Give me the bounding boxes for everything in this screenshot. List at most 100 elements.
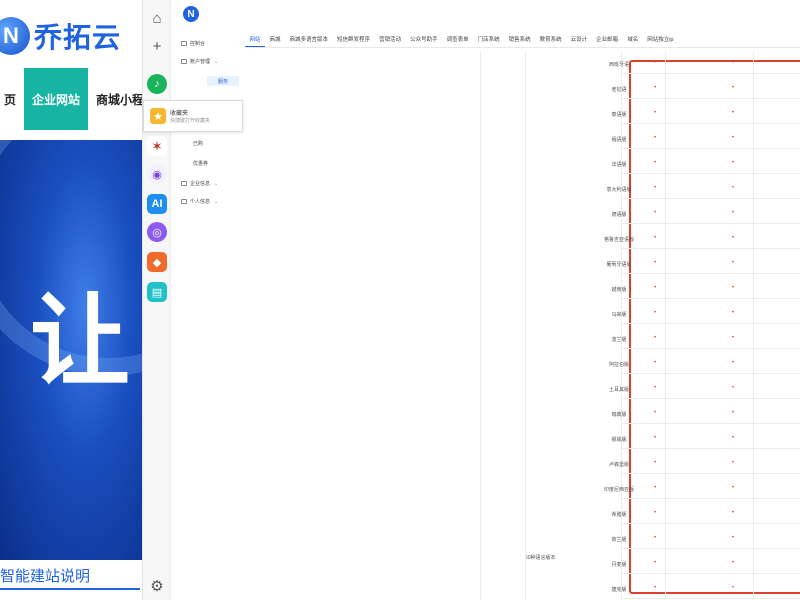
availability-mark: •	[654, 435, 657, 441]
row-divider	[621, 448, 800, 449]
game-icon[interactable]: ◆	[147, 252, 167, 272]
column-divider	[525, 52, 526, 600]
site-nav-item-active[interactable]: 企业网站	[24, 68, 89, 130]
ai-icon[interactable]: AI	[147, 194, 167, 214]
language-name-cell: 印度尼西亚版	[603, 487, 634, 493]
menu-item-purchased[interactable]: 已购	[193, 140, 203, 147]
site-logo[interactable]: N 乔拓云	[0, 14, 121, 58]
menu-subitem-active[interactable]: 服务	[207, 76, 239, 86]
availability-mark: •	[732, 460, 735, 466]
company-icon	[181, 181, 187, 186]
menu-item-company[interactable]: 企业信息 ⌄	[181, 180, 218, 187]
language-name-cell: 挪威版	[611, 437, 627, 443]
home-icon[interactable]: ⌂	[147, 8, 167, 28]
availability-mark: •	[654, 535, 657, 541]
tab-item[interactable]: 调查表单	[442, 34, 473, 47]
tab-item[interactable]: 门店系统	[473, 34, 504, 47]
language-name-cell: 荷兰版	[611, 537, 627, 543]
tab-item[interactable]: 网站独立ip	[643, 34, 678, 47]
console-icon	[181, 41, 187, 46]
tab-item[interactable]: 网站	[245, 34, 266, 47]
tab-item[interactable]: 云设计	[566, 34, 592, 47]
language-name-cell: 格鲁吉亚语版	[603, 237, 634, 243]
availability-mark: •	[732, 110, 735, 116]
availability-mark: •	[732, 485, 735, 491]
availability-mark: •	[654, 260, 657, 266]
language-name-cell: 越南版	[611, 287, 627, 293]
row-divider	[621, 98, 800, 99]
build-guide-link[interactable]: 智能建站说明	[0, 565, 140, 590]
row-divider	[621, 323, 800, 324]
availability-mark: •	[654, 60, 657, 66]
sidebar-menu: N 控制台 账户管理 ⌄ 服务 已购 优惠券 企业信息 ⌄ 个人信息 ⌄	[171, 0, 245, 600]
chevron-down-icon: ⌄	[214, 181, 219, 187]
tab-item[interactable]: 企业邮箱	[592, 34, 623, 47]
row-divider	[621, 123, 800, 124]
tab-item[interactable]: 销售系统	[504, 34, 535, 47]
person-icon	[181, 199, 187, 204]
availability-mark: •	[732, 85, 735, 91]
chevron-down-icon: ⌄	[214, 199, 219, 205]
tab-item[interactable]: 公众号助手	[406, 34, 443, 47]
site-logo-text: 乔拓云	[34, 21, 122, 54]
main-content: 网站 商城 商城多语言版本 短信群发程序 营销活动 公众号助手 调查表单 门店系统 销售系统 教育…	[245, 0, 800, 600]
row-divider	[621, 348, 800, 349]
language-name-cell: 意大利语版	[606, 187, 632, 193]
row-divider	[621, 248, 800, 249]
menu-item-personal[interactable]: 个人信息 ⌄	[181, 198, 218, 205]
language-name-cell: 老挝语	[611, 87, 627, 93]
row-divider	[621, 198, 800, 199]
availability-mark: •	[732, 135, 735, 141]
favorites-popup[interactable]: ★ 收藏夹 快捷键打开收藏夹	[143, 100, 243, 132]
availability-mark: •	[732, 260, 735, 266]
availability-mark: •	[654, 410, 657, 416]
availability-mark: •	[732, 60, 735, 66]
app-purple-icon[interactable]: ◉	[147, 164, 167, 184]
add-icon[interactable]: +	[147, 36, 167, 56]
row-divider	[621, 298, 800, 299]
menu-item-console[interactable]: 控制台	[181, 40, 205, 47]
settings-gear-icon[interactable]: ⚙	[147, 576, 167, 596]
product-tabs: 网站 商城 商城多语言版本 短信群发程序 营销活动 公众号助手 调查表单 门店系统 销售系统 教育…	[245, 34, 800, 48]
language-name-cell: 葡萄牙语版	[606, 262, 632, 268]
column-divider	[480, 52, 481, 600]
availability-mark: •	[654, 560, 657, 566]
availability-mark: •	[654, 235, 657, 241]
menu-item-account[interactable]: 账户管理 ⌄	[181, 58, 218, 65]
language-name-cell: 波兰版	[611, 337, 627, 343]
tab-item[interactable]: 域名	[623, 34, 643, 47]
note-icon[interactable]: ▤	[147, 282, 167, 302]
tab-item[interactable]: 营销活动	[375, 34, 406, 47]
hero-banner: 让	[0, 140, 142, 560]
availability-mark: •	[654, 210, 657, 216]
tab-item[interactable]: 教育系统	[535, 34, 566, 47]
row-divider	[621, 73, 800, 74]
row-divider	[621, 598, 800, 599]
language-name-cell: 德语版	[611, 212, 627, 218]
network-icon[interactable]: ✶	[147, 136, 167, 156]
availability-mark: •	[654, 485, 657, 491]
availability-mark: •	[654, 310, 657, 316]
language-name-cell: 西班牙语	[608, 62, 629, 68]
hero-character: 让	[30, 282, 130, 400]
availability-mark: •	[732, 210, 735, 216]
language-name-cell: 丹麦版	[611, 562, 627, 568]
availability-mark: •	[732, 235, 735, 241]
app-green-icon[interactable]: ♪	[147, 74, 167, 94]
tab-item[interactable]: 商城	[265, 34, 285, 47]
availability-mark: •	[654, 110, 657, 116]
language-name-cell: 泰语版	[611, 112, 627, 118]
row-divider	[621, 173, 800, 174]
tab-item[interactable]: 商城多语言版本	[285, 34, 333, 47]
column-divider	[665, 52, 666, 600]
account-icon	[181, 59, 187, 64]
chat-icon[interactable]: ◎	[147, 222, 167, 242]
availability-mark: •	[732, 360, 735, 366]
language-name-cell: 瑞典版	[611, 412, 627, 418]
site-nav-item[interactable]: 页	[0, 91, 20, 108]
language-name-cell: 法语版	[611, 162, 627, 168]
tab-item[interactable]: 短信群发程序	[333, 34, 375, 47]
app-window: ⌂ + ♪ ✶ ◉ AI ◎ ◆ ▤ ⚙ N 控制台 账户管理 ⌄ 服务 已购 优…	[142, 0, 800, 600]
menu-item-coupons[interactable]: 优惠券	[193, 160, 208, 167]
availability-mark: •	[654, 385, 657, 391]
